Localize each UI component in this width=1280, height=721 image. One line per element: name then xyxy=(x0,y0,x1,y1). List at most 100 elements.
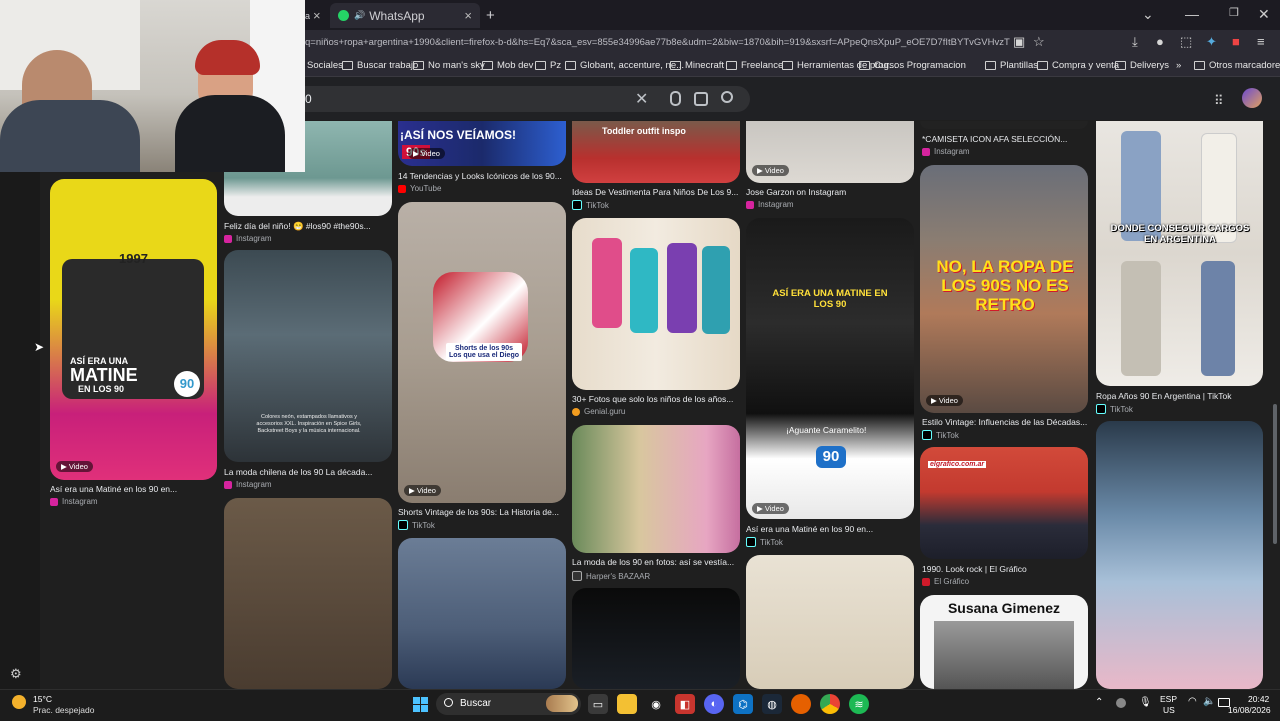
result-image-toddler-outfit[interactable]: Toddler outfit inspo xyxy=(572,121,740,183)
result-image-kids-pink[interactable] xyxy=(50,515,217,689)
result-image-look-rock[interactable]: elgrafico.com.ar xyxy=(920,447,1088,559)
result-caption[interactable]: La moda de los 90 en fotos: así se vestí… xyxy=(572,557,740,567)
clear-icon[interactable]: ✕ xyxy=(635,89,648,109)
bookmark-item[interactable]: Freelance xyxy=(726,60,783,71)
close-window-icon[interactable]: ✕ xyxy=(1258,6,1270,23)
reader-view-icon[interactable]: ▣ xyxy=(1013,34,1025,50)
chrome-icon[interactable] xyxy=(820,694,840,714)
result-source[interactable]: YouTube xyxy=(398,184,441,193)
result-caption[interactable]: Así era una Matiné en los 90 en... xyxy=(746,524,914,534)
extension-badge-icon[interactable]: ■ xyxy=(1232,34,1240,49)
microphone-icon[interactable] xyxy=(670,91,681,106)
spotify-icon[interactable]: ≋ xyxy=(849,694,869,714)
result-image-jeans[interactable] xyxy=(398,538,566,689)
result-source[interactable]: TikTok xyxy=(398,520,435,530)
minimize-icon[interactable]: — xyxy=(1185,6,1199,22)
result-image-dark[interactable] xyxy=(572,588,740,689)
bookmark-item[interactable]: Compra y venta xyxy=(1037,60,1119,71)
result-image-matine[interactable]: 1997 ASÍ ERA UNA MATINE EN LOS 90 90 ▶ V… xyxy=(50,179,217,480)
task-view-icon[interactable]: ▭ xyxy=(588,694,608,714)
close-tab-icon[interactable]: × xyxy=(464,8,472,23)
result-source[interactable]: El Gráfico xyxy=(922,577,969,586)
result-source[interactable]: Genial.guru xyxy=(572,407,625,416)
result-caption[interactable]: Así era una Matiné en los 90 en... xyxy=(50,484,217,494)
bookmark-item[interactable]: Otros marcadores xyxy=(1194,60,1280,71)
windows-start-icon[interactable] xyxy=(410,694,430,714)
result-caption[interactable]: Ideas De Vestimenta Para Niños De Los 9.… xyxy=(572,187,740,197)
maximize-icon[interactable]: ❐ xyxy=(1229,6,1239,19)
result-image-no-es-retro[interactable]: NO, LA ROPA DE LOS 90S NO ES RETRO ▶ Vid… xyxy=(920,165,1088,413)
result-image-matine-tiktok[interactable]: ASÍ ERA UNA MATINE EN LOS 90 ¡Aguante Ca… xyxy=(746,218,914,519)
result-image-cargos[interactable]: DONDE CONSEGUIR CARGOS EN ARGENTINA xyxy=(1096,121,1263,386)
result-image-kids-illustration[interactable] xyxy=(746,555,914,689)
result-image-camiseta[interactable] xyxy=(920,121,1088,129)
extensions-icon[interactable]: ⬚ xyxy=(1180,34,1192,50)
result-caption[interactable]: Ropa Años 90 En Argentina | TikTok xyxy=(1096,391,1263,401)
avatar[interactable] xyxy=(1242,88,1262,108)
weather-desc[interactable]: Prac. despejado xyxy=(33,705,94,715)
bookmark-item[interactable]: Mob dev xyxy=(482,60,533,71)
firefox-icon[interactable] xyxy=(791,694,811,714)
bookmark-item[interactable]: No man's sky xyxy=(413,60,485,71)
obs-icon[interactable]: ◉ xyxy=(646,694,666,714)
clock-time[interactable]: 20:42 xyxy=(1248,694,1269,704)
region-indicator[interactable]: US xyxy=(1163,705,1175,715)
bookmark-item[interactable]: Cursos Programacion xyxy=(859,60,966,71)
clock-date[interactable]: 16/08/2026 xyxy=(1228,705,1271,715)
vscode-icon[interactable]: ⌬ xyxy=(733,694,753,714)
url-field[interactable]: q=niños+ropa+argentina+1990&client=firef… xyxy=(305,35,1010,51)
result-source[interactable]: TikTok xyxy=(922,430,959,440)
weather-icon[interactable] xyxy=(12,695,26,709)
result-caption[interactable]: *CAMISETA ICON AFA SELECCIÓN... xyxy=(922,134,1088,144)
tab-fragment[interactable]: a × xyxy=(305,3,327,28)
result-source[interactable]: Harper's BAZAAR xyxy=(572,571,650,581)
extension-icon[interactable]: ✦ xyxy=(1206,34,1217,50)
wifi-icon[interactable]: ◠ xyxy=(1188,696,1197,707)
chevron-down-icon[interactable]: ⌄ xyxy=(1142,6,1154,23)
lens-icon[interactable] xyxy=(694,92,708,106)
apps-grid-icon[interactable]: ⠿ xyxy=(1214,93,1223,109)
app-icon[interactable]: ◧ xyxy=(675,694,695,714)
result-image-jose-garzon[interactable]: ▶ Video xyxy=(746,121,914,183)
tray-app-icon[interactable] xyxy=(1116,698,1126,708)
result-image-shorts-diego[interactable]: Shorts de los 90s Los que usa el Diego ▶… xyxy=(398,202,566,503)
microphone-tray-icon[interactable]: 🎙 xyxy=(1139,697,1152,708)
result-source[interactable]: Instagram xyxy=(50,497,98,506)
weather-temp[interactable]: 15°C xyxy=(33,694,52,704)
menu-icon[interactable]: ≡ xyxy=(1257,34,1265,49)
tray-chevron-icon[interactable]: ⌃ xyxy=(1095,697,1103,708)
result-image-asi-nos-veiamos[interactable]: ¡ASÍ NOS VEÍAMOS! 90s ▶ Video xyxy=(398,121,566,166)
result-caption[interactable]: 14 Tendencias y Looks Icónicos de los 90… xyxy=(398,171,566,181)
result-image-moda-chilena[interactable]: Colores neón, estampados llamativos y ac… xyxy=(224,250,392,462)
bookmark-item[interactable]: Pz xyxy=(535,60,561,71)
result-source[interactable]: TikTok xyxy=(746,537,783,547)
result-image-30-fotos[interactable] xyxy=(572,218,740,390)
volume-icon[interactable]: 🔈 xyxy=(1203,696,1215,707)
result-image-denim-pink[interactable] xyxy=(1096,421,1263,689)
bookmark-star-icon[interactable]: ☆ xyxy=(1033,34,1045,50)
bookmark-item[interactable]: Buscar trabajo xyxy=(342,60,418,71)
result-caption[interactable]: La moda chilena de los 90 La década... xyxy=(224,467,392,477)
discord-icon[interactable]: ◐ xyxy=(704,694,724,714)
bookmark-item[interactable]: Sociales xyxy=(307,60,343,71)
more-bookmarks-icon[interactable]: » xyxy=(1176,60,1181,71)
bookmark-item[interactable]: Deliverys xyxy=(1115,60,1169,71)
result-caption[interactable]: Shorts Vintage de los 90s: La Historia d… xyxy=(398,507,566,517)
bookmark-item[interactable]: Plantillas xyxy=(985,60,1038,71)
result-caption[interactable]: Estilo Vintage: Influencias de las Décad… xyxy=(922,417,1088,427)
result-source[interactable]: TikTok xyxy=(572,200,609,210)
result-image-susana-gimenez[interactable]: Susana Gimenez xyxy=(920,595,1088,689)
result-image-moda-90-fotos[interactable] xyxy=(572,425,740,553)
bookmark-item[interactable]: Globant, accenture, ne... xyxy=(565,60,684,71)
new-tab-button[interactable]: + xyxy=(486,3,495,28)
result-caption[interactable]: 30+ Fotos que solo los niños de los años… xyxy=(572,394,740,404)
tab-whatsapp[interactable]: 🔊 WhatsApp × xyxy=(330,3,480,28)
result-caption[interactable]: Jose Garzon on Instagram xyxy=(746,187,914,197)
steam-icon[interactable]: ◍ xyxy=(762,694,782,714)
downloads-icon[interactable]: ⤓ xyxy=(1132,34,1138,50)
result-source[interactable]: Instagram xyxy=(922,147,970,156)
result-caption[interactable]: Feliz día del niño! 😁 #los90 #the90s... xyxy=(224,221,392,232)
result-image-sepia-kids[interactable] xyxy=(224,498,392,689)
scrollbar[interactable] xyxy=(1273,404,1277,544)
result-source[interactable]: Instagram xyxy=(224,480,272,489)
